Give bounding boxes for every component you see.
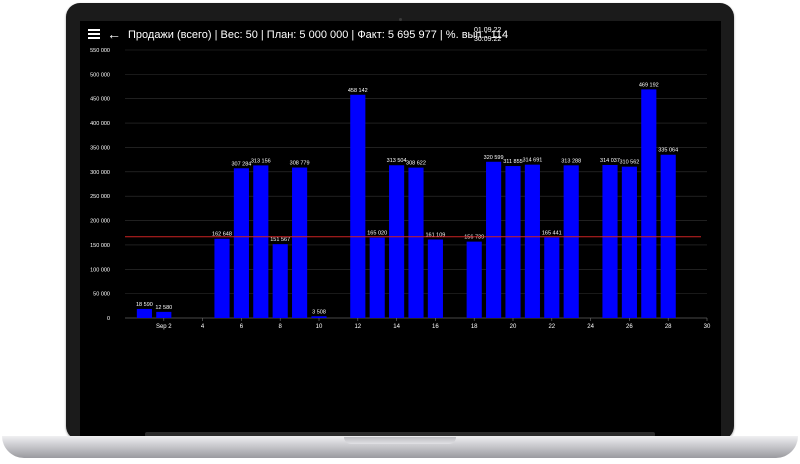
bar	[253, 165, 269, 318]
x-tick-label: 22	[548, 324, 555, 330]
bar	[563, 165, 579, 318]
x-tick-label: 10	[316, 324, 323, 330]
y-tick-label: 200 000	[90, 219, 110, 225]
y-tick-label: 450 000	[90, 97, 110, 103]
x-tick-label: 6	[240, 324, 244, 330]
bar	[214, 238, 230, 318]
bar-data-label: 3 508	[312, 309, 326, 315]
bar-data-label: 310 562	[619, 160, 639, 166]
y-tick-label: 350 000	[90, 145, 110, 151]
y-tick-label: 400 000	[90, 121, 110, 127]
x-tick-label: 8	[279, 324, 283, 330]
x-tick-label: 28	[665, 324, 672, 330]
x-tick-label: 18	[471, 324, 478, 330]
bar	[369, 237, 385, 318]
bar	[389, 165, 405, 318]
bar	[427, 239, 443, 318]
bar-data-label: 308 622	[406, 161, 426, 167]
x-tick-label: 30	[704, 324, 711, 330]
y-tick-label: 500 000	[90, 72, 110, 78]
bar	[408, 167, 424, 318]
bar-data-label: 314 037	[600, 158, 620, 164]
bar-data-label: 161 109	[425, 232, 445, 238]
x-tick-label: Sep 2	[156, 324, 172, 330]
bar	[505, 166, 521, 318]
bar-data-label: 156 739	[464, 235, 484, 241]
bar-data-label: 308 779	[290, 161, 310, 167]
app-screen: ← Продажи (всего) | Вес: 50 | План: 5 00…	[80, 21, 721, 438]
bar-data-label: 320 599	[484, 155, 504, 161]
x-tick-label: 24	[587, 324, 594, 330]
bar	[233, 168, 249, 318]
bar-data-label: 314 691	[522, 158, 542, 164]
bar	[156, 311, 172, 318]
y-tick-label: 150 000	[90, 243, 110, 249]
laptop-notch	[344, 437, 456, 444]
bar-data-label: 469 192	[639, 82, 659, 88]
bar-data-label: 458 142	[348, 88, 368, 94]
bar-data-label: 12 580	[155, 305, 172, 311]
bar	[602, 164, 618, 318]
bar	[544, 237, 560, 318]
x-tick-label: 26	[626, 324, 633, 330]
bar-data-label: 313 156	[251, 158, 271, 164]
y-tick-label: 0	[107, 316, 110, 322]
bar	[350, 94, 366, 319]
bar-data-label: 165 441	[542, 230, 562, 236]
bar	[486, 161, 502, 318]
y-tick-label: 550 000	[90, 48, 110, 54]
x-tick-label: 14	[393, 324, 400, 330]
x-tick-label: 4	[201, 324, 205, 330]
bar-data-label: 313 504	[387, 158, 407, 164]
x-tick-label: 12	[354, 324, 361, 330]
x-tick-label: 16	[432, 324, 439, 330]
bar	[311, 316, 327, 318]
bar	[466, 241, 482, 318]
bar-data-label: 311 855	[503, 159, 522, 165]
bar-data-label: 335 064	[658, 148, 678, 154]
y-tick-label: 100 000	[90, 267, 110, 273]
y-tick-label: 250 000	[90, 194, 110, 200]
bar	[292, 167, 308, 318]
bar	[524, 164, 540, 318]
x-tick-label: 20	[510, 324, 517, 330]
bar-data-label: 307 284	[231, 161, 251, 167]
bar-data-label: 165 020	[367, 231, 387, 237]
bar-data-label: 151 567	[270, 237, 290, 243]
bar	[136, 308, 152, 318]
bar	[272, 244, 288, 318]
bar-data-label: 18 590	[136, 302, 153, 308]
bar	[621, 166, 637, 318]
y-tick-label: 300 000	[90, 170, 110, 176]
y-tick-label: 50 000	[93, 292, 110, 298]
sales-bar-chart: 0 50 000 100 000 150 000 200 000 250 000 300 0…	[90, 48, 711, 330]
bar	[641, 89, 657, 318]
bar-data-label: 313 288	[561, 158, 581, 164]
